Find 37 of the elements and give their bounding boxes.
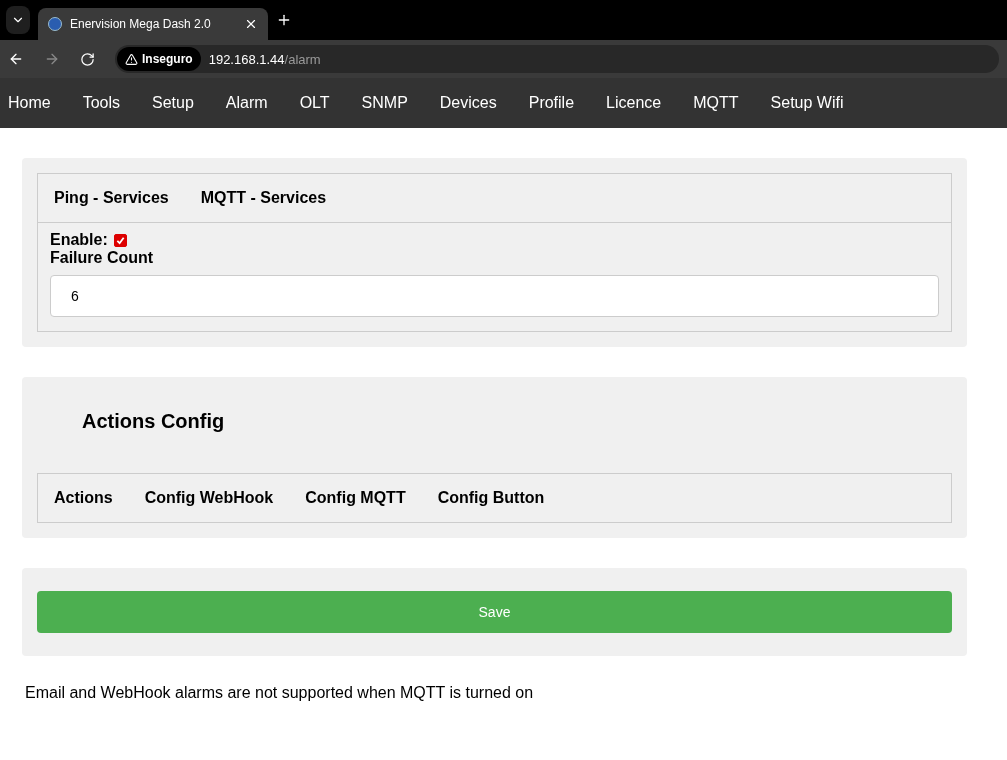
nav-link[interactable]: Profile — [528, 94, 575, 112]
nav-link[interactable]: OLT — [299, 94, 330, 112]
enable-checkbox[interactable] — [113, 233, 127, 247]
security-chip[interactable]: Inseguro — [117, 47, 201, 71]
tab-list-button[interactable] — [6, 6, 30, 34]
address-bar[interactable]: Inseguro 192.168.1.44/alarm — [115, 45, 999, 73]
tab-button[interactable]: Ping - Services — [54, 189, 169, 207]
back-button[interactable] — [8, 51, 24, 67]
tab-button[interactable]: Config Button — [437, 489, 545, 507]
tab-title: Enervision Mega Dash 2.0 — [70, 17, 212, 31]
tab-button[interactable]: Actions — [54, 489, 113, 507]
tab-button[interactable]: MQTT - Services — [200, 189, 327, 207]
warning-icon — [125, 52, 138, 66]
nav-link[interactable]: Setup Wifi — [770, 94, 844, 112]
url-host: 192.168.1.44 — [208, 51, 285, 67]
enable-label: Enable: — [50, 231, 108, 249]
nav-link[interactable]: Home — [8, 94, 51, 112]
info-note: Email and WebHook alarms are not supported when MQTT is turned on — [24, 684, 535, 702]
browser-tab[interactable]: Enervision Mega Dash 2.0 — [38, 8, 268, 40]
reload-button[interactable] — [80, 51, 95, 67]
forward-button[interactable] — [44, 51, 60, 67]
nav-link[interactable]: MQTT — [693, 94, 739, 112]
nav-link[interactable]: SNMP — [361, 94, 408, 112]
tab-button[interactable]: Config WebHook — [144, 489, 274, 507]
tab-button[interactable]: Config MQTT — [305, 489, 406, 507]
url-path: /alarm — [284, 51, 321, 67]
new-tab-button[interactable] — [276, 12, 292, 28]
section-title: Actions Config — [81, 409, 226, 434]
failure-count-label: Failure Count — [50, 249, 155, 267]
nav-link[interactable]: Licence — [606, 94, 662, 112]
nav-link[interactable]: Tools — [82, 94, 121, 112]
nav-link[interactable]: Alarm — [225, 94, 268, 112]
close-tab-button[interactable] — [244, 17, 258, 31]
nav-link[interactable]: Setup — [152, 94, 194, 112]
nav-link[interactable]: Devices — [439, 94, 497, 112]
site-icon — [48, 17, 62, 31]
failure-count-input[interactable]: 6 — [50, 275, 939, 317]
